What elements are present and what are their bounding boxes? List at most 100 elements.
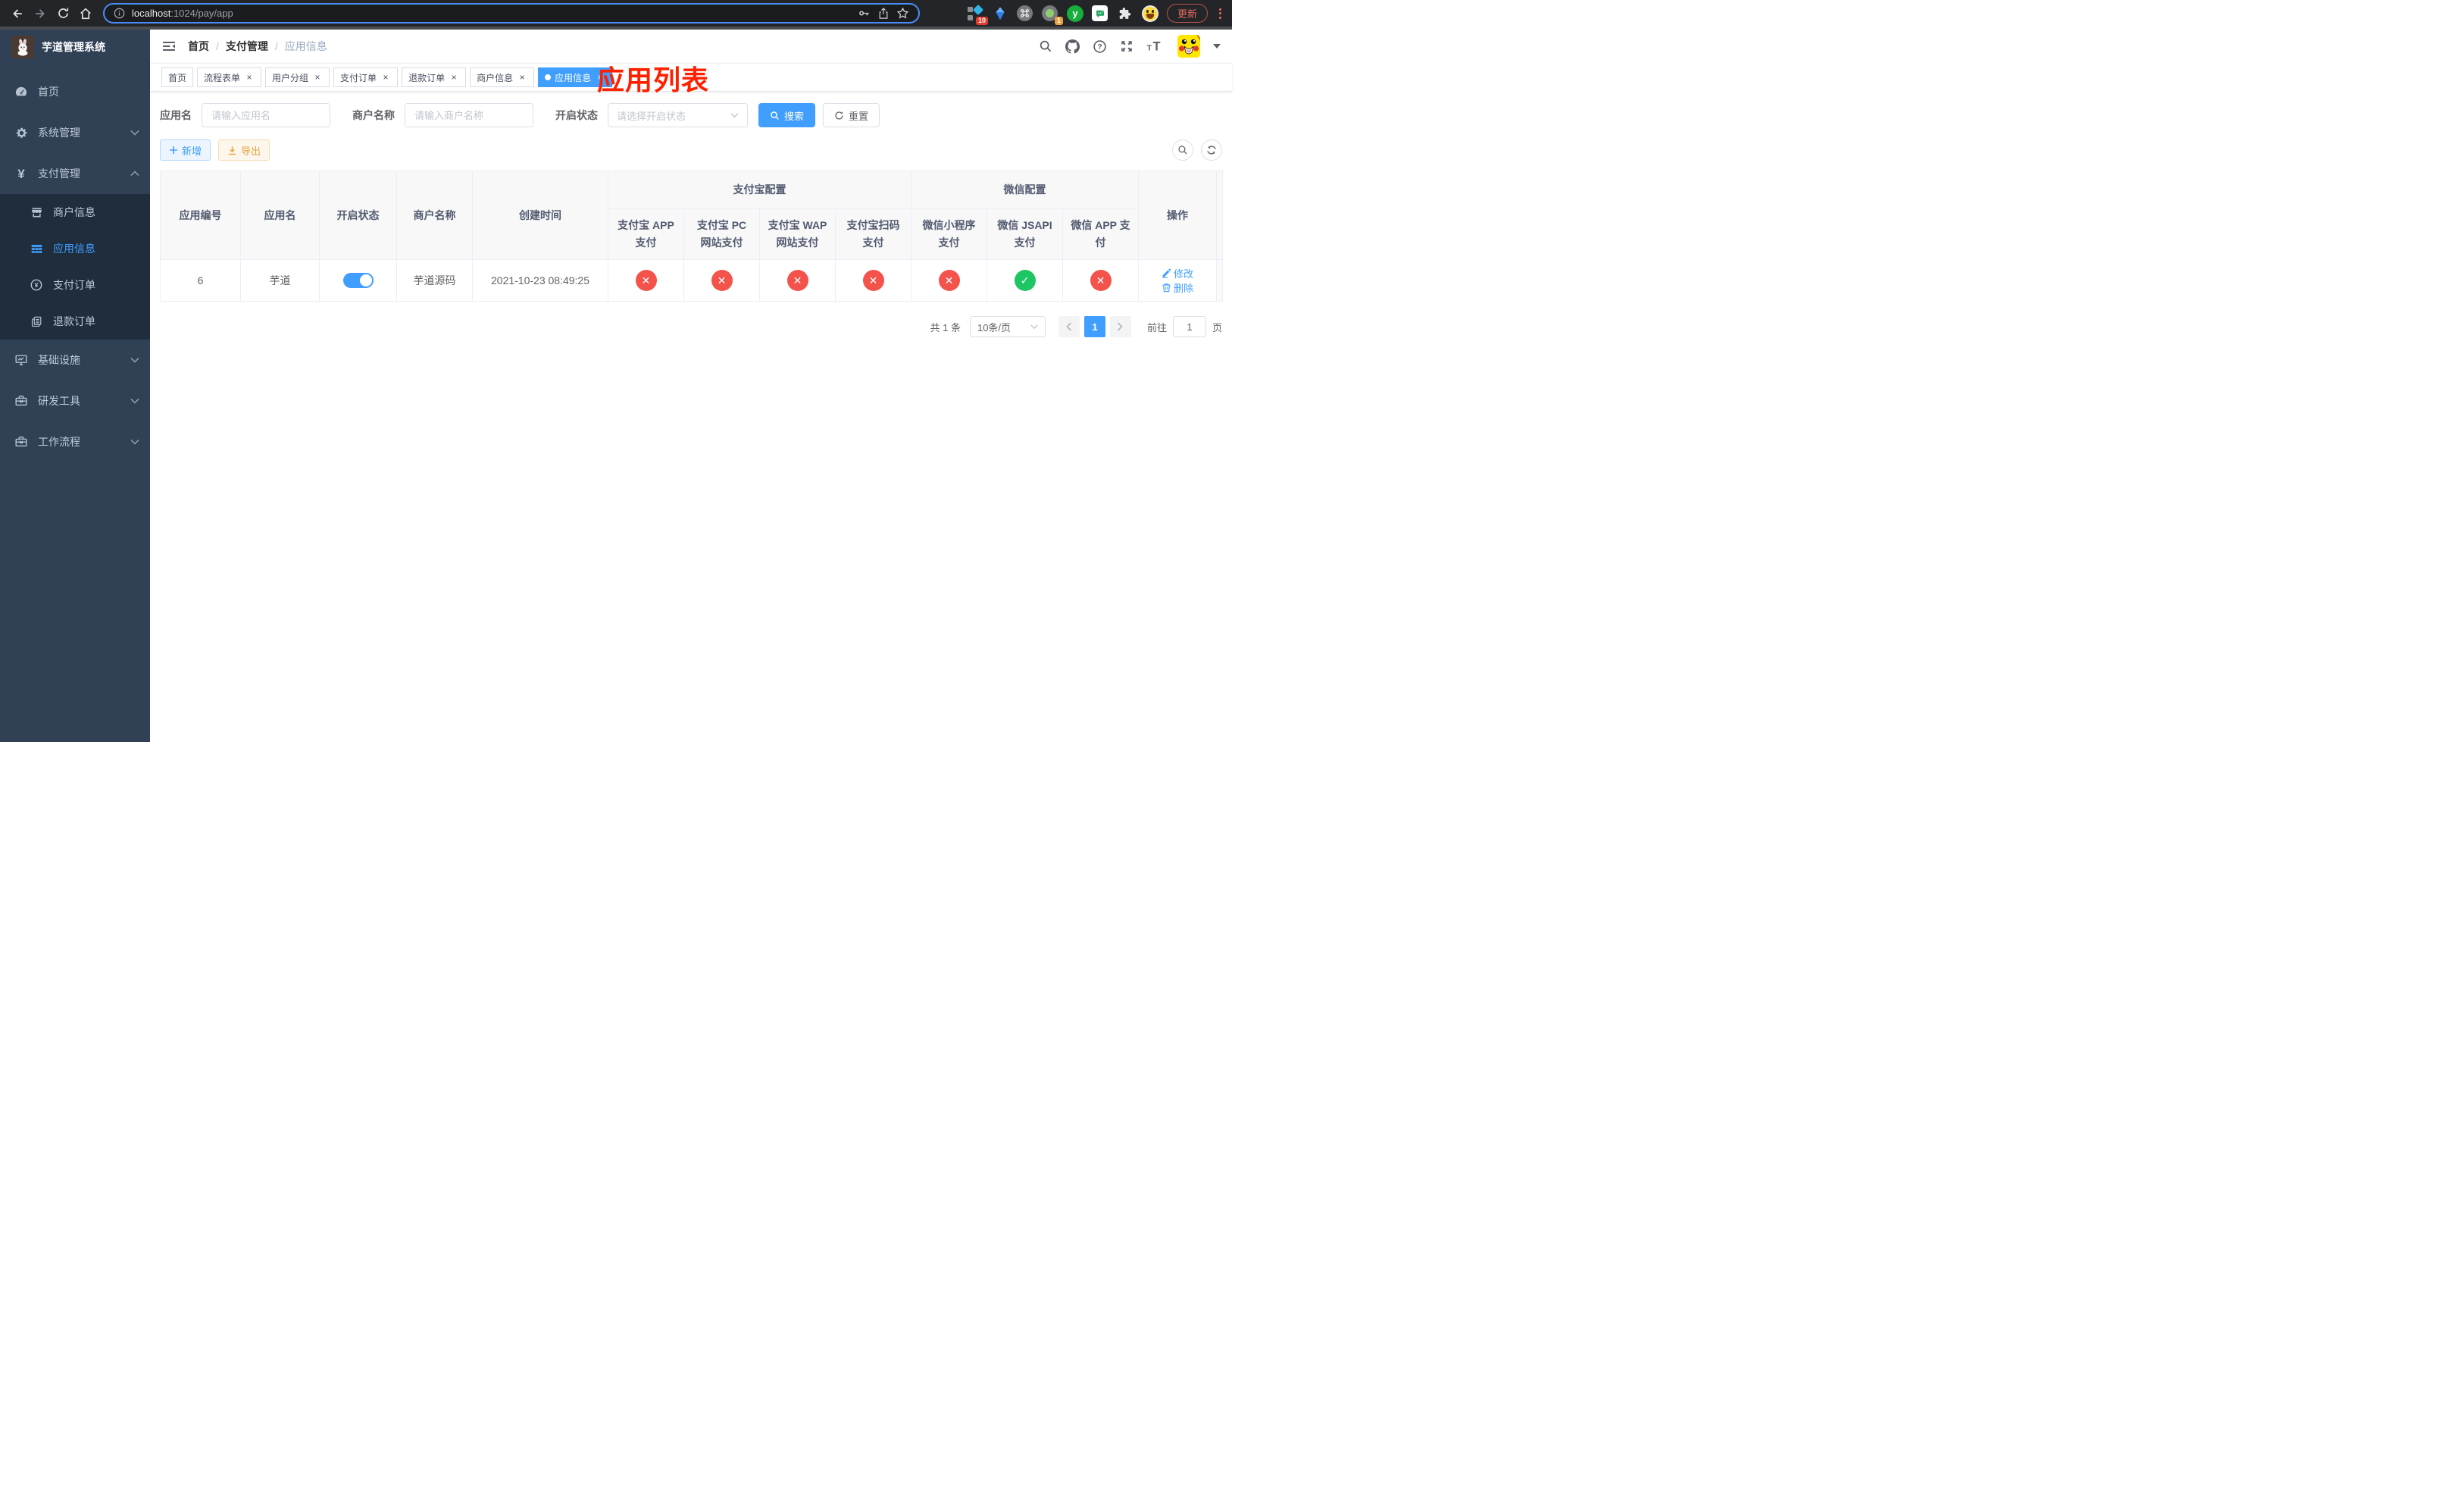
prev-page-button[interactable] xyxy=(1058,316,1080,337)
edit-button[interactable]: 修改 xyxy=(1162,266,1193,280)
sidebar-item-label: 退款订单 xyxy=(53,315,95,327)
breadcrumb-home[interactable]: 首页 xyxy=(188,39,209,54)
extension-chat-icon[interactable] xyxy=(1092,5,1108,22)
user-avatar[interactable] xyxy=(1177,35,1200,58)
merchant-name-label: 商户名称 xyxy=(352,109,395,121)
gear-icon xyxy=(14,126,28,139)
sidebar-item-dev-tools[interactable]: 研发工具 xyxy=(0,380,150,421)
browser-forward-icon[interactable] xyxy=(30,4,50,23)
next-page-button[interactable] xyxy=(1109,316,1131,337)
status-select[interactable]: 请选择开启状态 xyxy=(608,103,748,127)
extension-y-icon[interactable]: y xyxy=(1066,5,1083,22)
cell-merchant-name: 芋道源码 xyxy=(396,259,473,302)
browser-home-icon[interactable] xyxy=(76,4,95,23)
tab-home[interactable]: 首页 xyxy=(161,67,194,87)
bookmark-star-icon[interactable] xyxy=(896,7,909,20)
tab-user-group[interactable]: 用户分组 × xyxy=(265,67,330,87)
breadcrumb-payment[interactable]: 支付管理 xyxy=(226,39,268,54)
close-tab-icon[interactable]: × xyxy=(517,72,527,83)
tab-refund-order[interactable]: 退款订单 × xyxy=(402,67,467,87)
share-icon[interactable] xyxy=(877,7,890,20)
sidebar-item-system-management[interactable]: 系统管理 xyxy=(0,112,150,153)
browser-toolbar: localhost:1024/pay/app 10 1 y 更新 xyxy=(0,0,1232,30)
status-disabled-icon: ✕ xyxy=(938,270,960,291)
table-row: 6 芋道 芋道源码 2021-10-23 08:49:25 ✕ ✕ ✕ ✕ ✕ ✓ ✕ 修改 删除 xyxy=(160,259,1224,302)
delete-button[interactable]: 删除 xyxy=(1162,280,1193,295)
close-tab-icon[interactable]: × xyxy=(244,72,255,83)
sidebar-item-infrastructure[interactable]: 基础设施 xyxy=(0,340,150,380)
tab-label: 应用信息 xyxy=(555,72,592,83)
tab-process-form[interactable]: 流程表单 × xyxy=(197,67,262,87)
search-icon xyxy=(771,111,779,120)
search-button[interactable]: 搜索 xyxy=(758,103,816,127)
address-bar[interactable]: localhost:1024/pay/app xyxy=(103,3,920,23)
current-page-button[interactable]: 1 xyxy=(1083,316,1105,337)
fullscreen-icon[interactable] xyxy=(1120,39,1134,53)
sidebar-item-home[interactable]: 首页 xyxy=(0,71,150,112)
export-button[interactable]: 导出 xyxy=(218,139,270,161)
sidebar-item-label: 支付管理 xyxy=(38,167,80,180)
sidebar-item-payment-order[interactable]: ¥ 支付订单 xyxy=(0,267,150,303)
password-key-icon[interactable] xyxy=(858,7,871,20)
extension-recorder-icon[interactable]: 1 xyxy=(1042,5,1063,25)
chevron-down-icon xyxy=(130,357,139,363)
user-menu-caret-icon[interactable] xyxy=(1213,44,1221,49)
close-tab-icon[interactable]: × xyxy=(380,72,391,83)
reset-button[interactable]: 重置 xyxy=(823,103,880,127)
browser-update-button[interactable]: 更新 xyxy=(1166,4,1208,23)
profile-avatar-icon[interactable] xyxy=(1141,5,1159,22)
active-tab-dot xyxy=(545,74,552,80)
filter-form: 应用名 商户名称 开启状态 请选择开启状态 搜索 重置 xyxy=(160,103,1222,127)
sidebar-collapse-icon[interactable] xyxy=(161,39,177,54)
close-tab-icon[interactable]: × xyxy=(449,72,459,83)
extensions-puzzle-icon[interactable] xyxy=(1117,5,1134,22)
extension-gem-icon[interactable] xyxy=(992,5,1008,22)
toggle-search-button[interactable] xyxy=(1172,139,1193,161)
refresh-table-button[interactable] xyxy=(1201,139,1222,161)
add-button[interactable]: 新增 xyxy=(160,139,211,161)
tab-merchant-info[interactable]: 商户信息 × xyxy=(470,67,535,87)
column-header-wx-lite: 微信小程序支付 xyxy=(911,208,987,260)
cell-wx-jsapi: ✓ xyxy=(987,259,1063,302)
font-size-icon[interactable]: TT xyxy=(1146,39,1165,54)
url-text: localhost:1024/pay/app xyxy=(132,8,233,19)
extension-command-icon[interactable] xyxy=(1017,5,1033,22)
monitor-icon xyxy=(14,353,28,367)
merchant-name-input[interactable] xyxy=(405,103,533,127)
status-disabled-icon: ✕ xyxy=(1090,270,1112,291)
tab-label: 商户信息 xyxy=(477,72,514,83)
browser-reload-icon[interactable] xyxy=(53,4,73,23)
scrollbar-gutter xyxy=(1216,259,1224,302)
yuan-icon: ¥ xyxy=(17,166,25,181)
goto-label: 前往 xyxy=(1146,321,1167,333)
extension-diamond-icon[interactable]: 10 xyxy=(967,4,988,25)
status-label: 开启状态 xyxy=(555,109,598,121)
sidebar-item-merchant-info[interactable]: 商户信息 xyxy=(0,194,150,230)
dashboard-icon xyxy=(14,85,28,99)
switch-knob xyxy=(359,274,372,286)
close-tab-icon[interactable]: × xyxy=(312,72,323,83)
tab-payment-order[interactable]: 支付订单 × xyxy=(333,67,399,87)
page-size-select[interactable]: 10条/页 xyxy=(969,316,1046,337)
sidebar-item-refund-order[interactable]: 退款订单 xyxy=(0,303,150,340)
app-logo[interactable]: 芋道管理系统 xyxy=(0,30,150,64)
github-icon[interactable] xyxy=(1065,39,1080,54)
sidebar-item-workflow[interactable]: 工作流程 xyxy=(0,421,150,462)
browser-back-icon[interactable] xyxy=(8,4,27,23)
app-name-input[interactable] xyxy=(202,103,330,127)
page-content: 应用名 商户名称 开启状态 请选择开启状态 搜索 重置 xyxy=(150,92,1232,742)
browser-menu-icon[interactable] xyxy=(1216,8,1224,19)
goto-page-input[interactable] xyxy=(1172,316,1206,337)
cell-wx-lite: ✕ xyxy=(911,259,987,302)
column-header: 应用编号 xyxy=(160,171,241,260)
app-name-label: 应用名 xyxy=(160,109,192,121)
column-header: 应用名 xyxy=(240,171,320,260)
sidebar-item-app-info[interactable]: 应用信息 xyxy=(0,230,150,267)
help-icon[interactable]: ? xyxy=(1093,39,1107,54)
enabled-switch[interactable] xyxy=(342,273,374,288)
sidebar-item-payment-management[interactable]: ¥ 支付管理 xyxy=(0,153,150,194)
page-annotation-title: 应用列表 xyxy=(597,64,710,95)
header-search-icon[interactable] xyxy=(1039,39,1052,53)
svg-text:T: T xyxy=(1147,44,1152,52)
site-info-icon[interactable] xyxy=(114,8,125,19)
